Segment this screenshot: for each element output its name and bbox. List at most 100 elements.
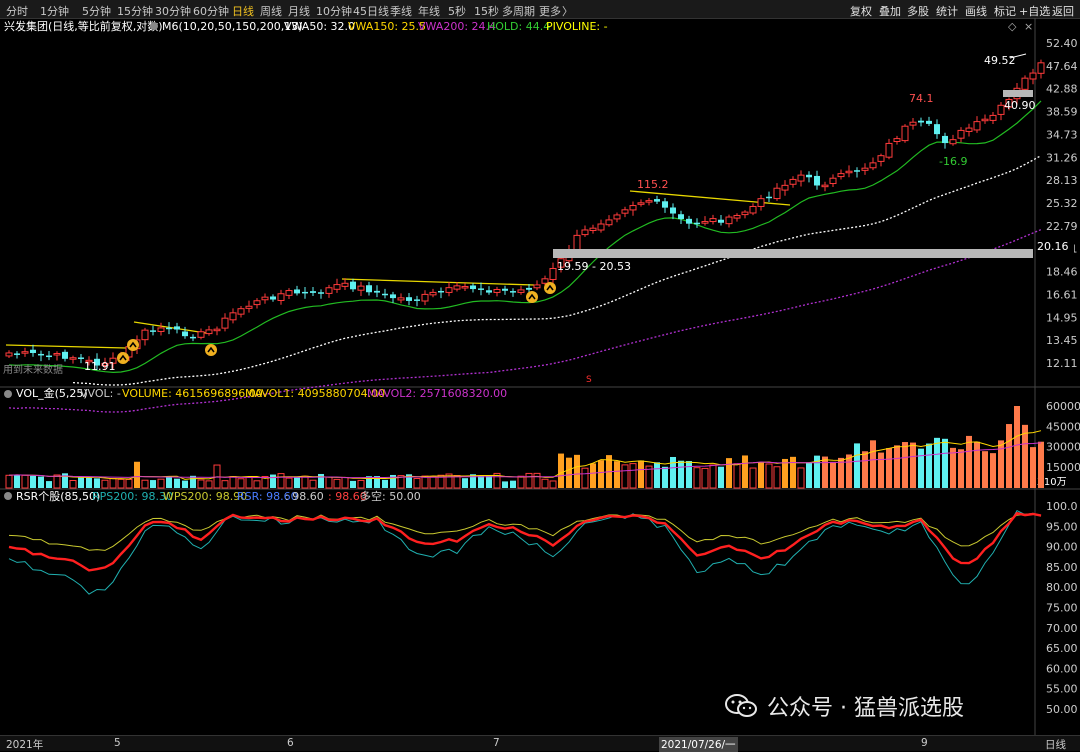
price-tick: 31.26	[1046, 151, 1078, 164]
tab-30min[interactable]: 30分钟	[155, 3, 191, 19]
candle-body	[366, 285, 372, 293]
high-zone-bar	[1003, 90, 1033, 97]
candle-body	[942, 135, 948, 144]
candle-body	[845, 170, 853, 174]
volume-bar	[53, 474, 61, 489]
tab-intraday[interactable]: 分时	[6, 3, 28, 19]
volume-bar	[590, 463, 596, 488]
candle-body	[221, 317, 229, 329]
volume-bar	[125, 478, 133, 489]
back-button[interactable]: 返回	[1052, 3, 1074, 19]
volume-bar	[621, 464, 629, 489]
candle-body	[581, 229, 589, 236]
volume-bar	[134, 461, 140, 488]
rsr-tick: 60.00	[1046, 662, 1078, 675]
candle-body	[1037, 62, 1045, 74]
volume-bar	[333, 478, 341, 489]
volume-bar	[765, 463, 773, 489]
candle-body	[885, 142, 893, 158]
candle-body	[781, 184, 789, 191]
volume-bar	[357, 479, 365, 489]
volume-bar	[30, 475, 36, 488]
add-watchlist-button[interactable]: +自选	[1019, 3, 1050, 19]
tab-daily[interactable]: 日线	[232, 3, 254, 19]
tab-15sec[interactable]: 15秒	[474, 3, 499, 19]
label-hold: HOLD: 44.4	[487, 20, 550, 33]
volume-bar	[14, 474, 20, 488]
tab-15min[interactable]: 15分钟	[117, 3, 153, 19]
candle-body	[213, 328, 221, 332]
volume-bar	[549, 480, 557, 489]
candle-body	[38, 353, 44, 356]
candle-body	[670, 207, 676, 214]
wps200-line	[8, 513, 1042, 551]
settings-dot-icon[interactable]	[4, 492, 12, 500]
candle-body	[893, 138, 901, 143]
candle-body	[854, 170, 860, 172]
dip-label: -16.9	[939, 155, 967, 168]
price-tick: 52.40	[1046, 37, 1078, 50]
candle-body	[926, 120, 932, 124]
adjust-button[interactable]: 复权	[850, 3, 872, 19]
chevron-right-icon[interactable]: 〉	[562, 3, 573, 19]
volume-bar	[429, 476, 437, 489]
volume-bar	[918, 448, 924, 488]
diamond-icon[interactable]: ◇	[1008, 20, 1017, 33]
candle-body	[694, 222, 700, 225]
rsr-y-axis: 100.0 95.00 90.00 85.00 80.00 75.00 70.00 65.00…	[1046, 500, 1078, 716]
candle-body	[773, 187, 781, 200]
candle-body	[526, 287, 532, 290]
overlay-button[interactable]: 叠加	[879, 3, 901, 19]
candle-body	[453, 285, 461, 290]
candle-body	[461, 285, 469, 289]
volume-bar	[790, 456, 796, 488]
tab-10min[interactable]: 10分钟	[316, 3, 352, 19]
tab-1min[interactable]: 1分钟	[40, 3, 69, 19]
label-vvol: VVOL: -	[80, 387, 121, 400]
tab-weekly[interactable]: 周线	[260, 3, 282, 19]
tab-45day[interactable]: 45日线	[353, 3, 389, 19]
rsr-tick: 65.00	[1046, 642, 1078, 655]
volume-bar	[758, 462, 764, 488]
mark-button[interactable]: 标记	[994, 3, 1016, 19]
low-label: 40.90	[1004, 99, 1036, 112]
volume-bar	[166, 477, 172, 488]
candle-body	[645, 200, 653, 203]
candle-body	[333, 284, 341, 290]
tab-monthly[interactable]: 月线	[288, 3, 310, 19]
volume-bar	[157, 478, 165, 489]
tab-more[interactable]: 更多	[539, 3, 561, 19]
tab-5min[interactable]: 5分钟	[82, 3, 111, 19]
candle-body	[190, 336, 196, 339]
volume-bar	[462, 478, 468, 488]
draw-line-button[interactable]: 画线	[965, 3, 987, 19]
volume-bar	[726, 458, 732, 488]
volume-bar	[341, 476, 349, 489]
volume-bar	[822, 456, 828, 488]
candle-body	[901, 125, 909, 142]
tab-5sec[interactable]: 5秒	[448, 3, 466, 19]
volume-bar	[686, 461, 692, 488]
price-tick: 34.73	[1046, 128, 1078, 141]
volume-bar	[86, 477, 92, 488]
volume-bar	[237, 478, 245, 489]
volume-bar	[350, 480, 356, 488]
close-icon[interactable]: ×	[1024, 20, 1033, 33]
settings-dot-icon[interactable]	[150, 22, 158, 30]
multi-stock-button[interactable]: 多股	[907, 3, 929, 19]
tab-60min[interactable]: 60分钟	[193, 3, 229, 19]
volume-bar	[998, 440, 1004, 488]
candle-body	[245, 305, 253, 309]
volume-bar	[581, 467, 589, 489]
volume-bar	[894, 445, 900, 488]
candle-body	[973, 121, 981, 131]
stock-chart[interactable]: 兴发集团(日线,等比前复权,对数) M6(10,20,50,150,200,13…	[0, 18, 1080, 735]
statistics-button[interactable]: 统计	[936, 3, 958, 19]
volume-bars	[5, 406, 1044, 489]
candle-body	[965, 127, 973, 132]
tab-quarterly[interactable]: 季线	[390, 3, 412, 19]
tab-multi-period[interactable]: 多周期	[502, 3, 535, 19]
settings-dot-icon[interactable]	[4, 390, 12, 398]
tab-yearly[interactable]: 年线	[418, 3, 440, 19]
volume-bar	[574, 454, 580, 488]
